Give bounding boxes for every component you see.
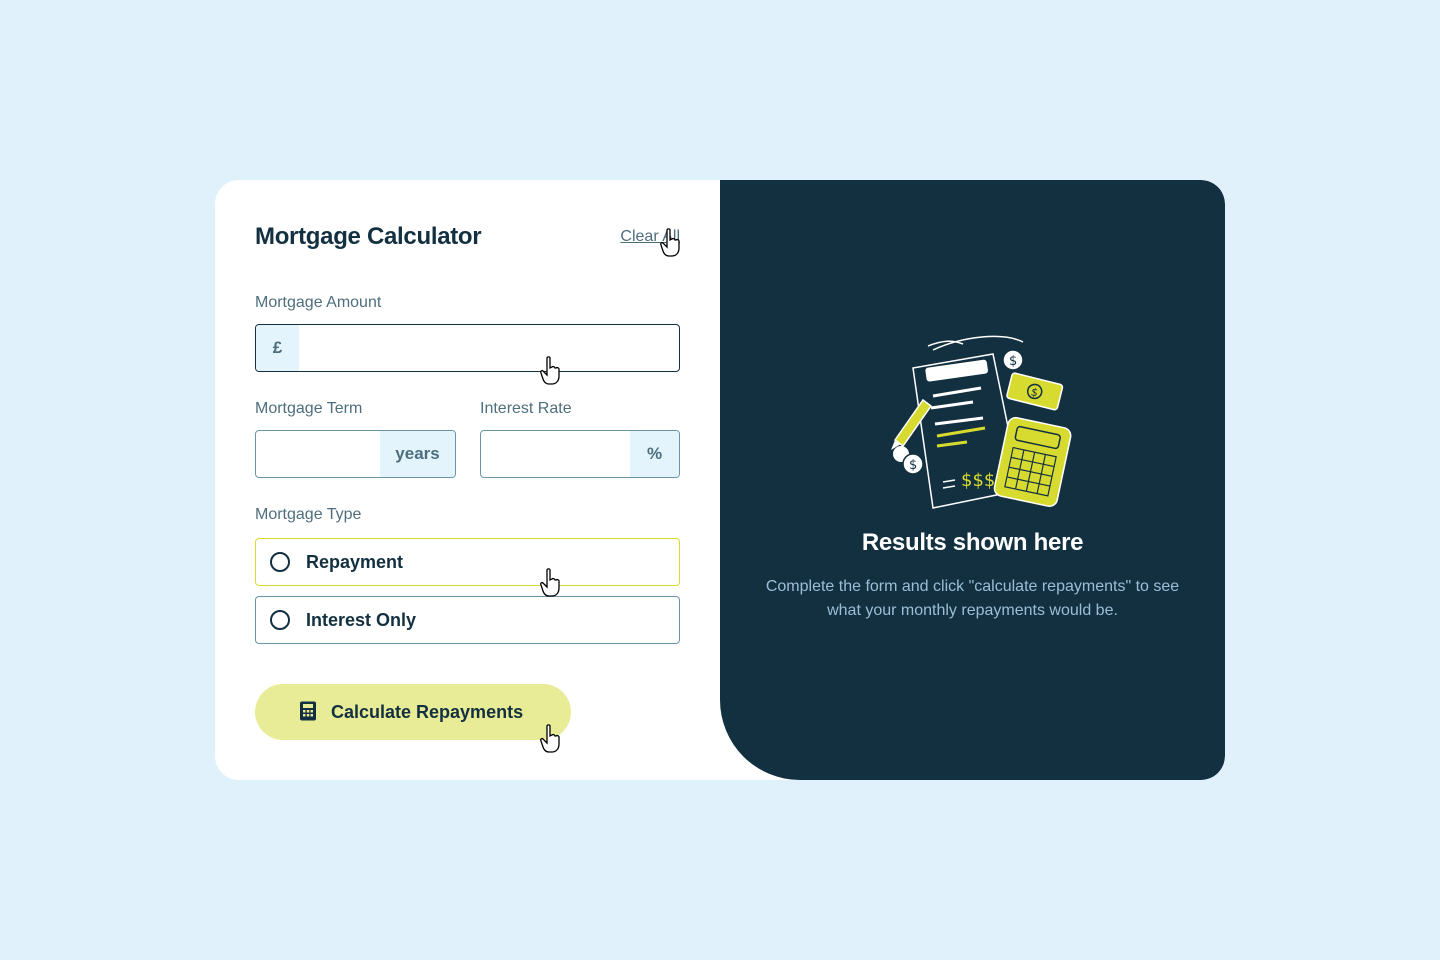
page-title: Mortgage Calculator <box>255 223 482 250</box>
svg-text:$: $ <box>909 458 917 473</box>
mortgage-amount-label: Mortgage Amount <box>255 294 382 311</box>
empty-results-illustration: $$$ $ $ $ <box>873 330 1073 515</box>
mortgage-term-input[interactable] <box>256 431 380 477</box>
mortgage-amount-field: Mortgage Amount £ <box>255 294 680 372</box>
currency-prefix: £ <box>256 325 299 371</box>
calculator-card: Mortgage Calculator Clear All Mortgage A… <box>215 180 1225 780</box>
interest-rate-field: Interest Rate % <box>480 400 680 478</box>
radio-label-interest-only: Interest Only <box>306 609 417 630</box>
interest-rate-input[interactable] <box>481 431 630 477</box>
clear-all-button[interactable]: Clear All <box>620 228 680 246</box>
mortgage-term-label: Mortgage Term <box>255 400 363 417</box>
radio-option-interest-only[interactable]: Interest Only <box>255 596 680 644</box>
radio-option-repayment[interactable]: Repayment <box>255 538 680 586</box>
form-header: Mortgage Calculator Clear All <box>255 220 680 254</box>
interest-rate-input-wrap: % <box>480 430 680 478</box>
form-panel: Mortgage Calculator Clear All Mortgage A… <box>215 180 720 780</box>
radio-circle-icon[interactable] <box>270 610 290 630</box>
years-suffix: years <box>380 431 455 477</box>
results-description: Complete the form and click "calculate r… <box>765 578 1180 619</box>
percent-suffix: % <box>630 431 679 477</box>
mortgage-term-input-wrap: years <box>255 430 456 478</box>
svg-text:$$$: $$$ <box>961 470 995 491</box>
svg-text:$: $ <box>1009 354 1017 369</box>
results-panel: $$$ $ $ $ Results shown here Complete th… <box>720 180 1225 780</box>
calculate-button-label: Calculate Repayments <box>331 701 524 722</box>
interest-rate-label: Interest Rate <box>480 400 572 417</box>
radio-circle-icon[interactable] <box>270 552 290 572</box>
calculate-repayments-button[interactable]: Calculate Repayments <box>255 684 571 740</box>
calculator-icon <box>299 701 317 724</box>
mortgage-amount-input[interactable] <box>299 325 679 371</box>
mortgage-type-label: Mortgage Type <box>255 506 362 523</box>
radio-label-repayment: Repayment <box>306 551 404 572</box>
mortgage-amount-input-wrap: £ <box>255 324 680 372</box>
results-title: Results shown here <box>861 529 1084 556</box>
mortgage-term-field: Mortgage Term years <box>255 400 456 478</box>
